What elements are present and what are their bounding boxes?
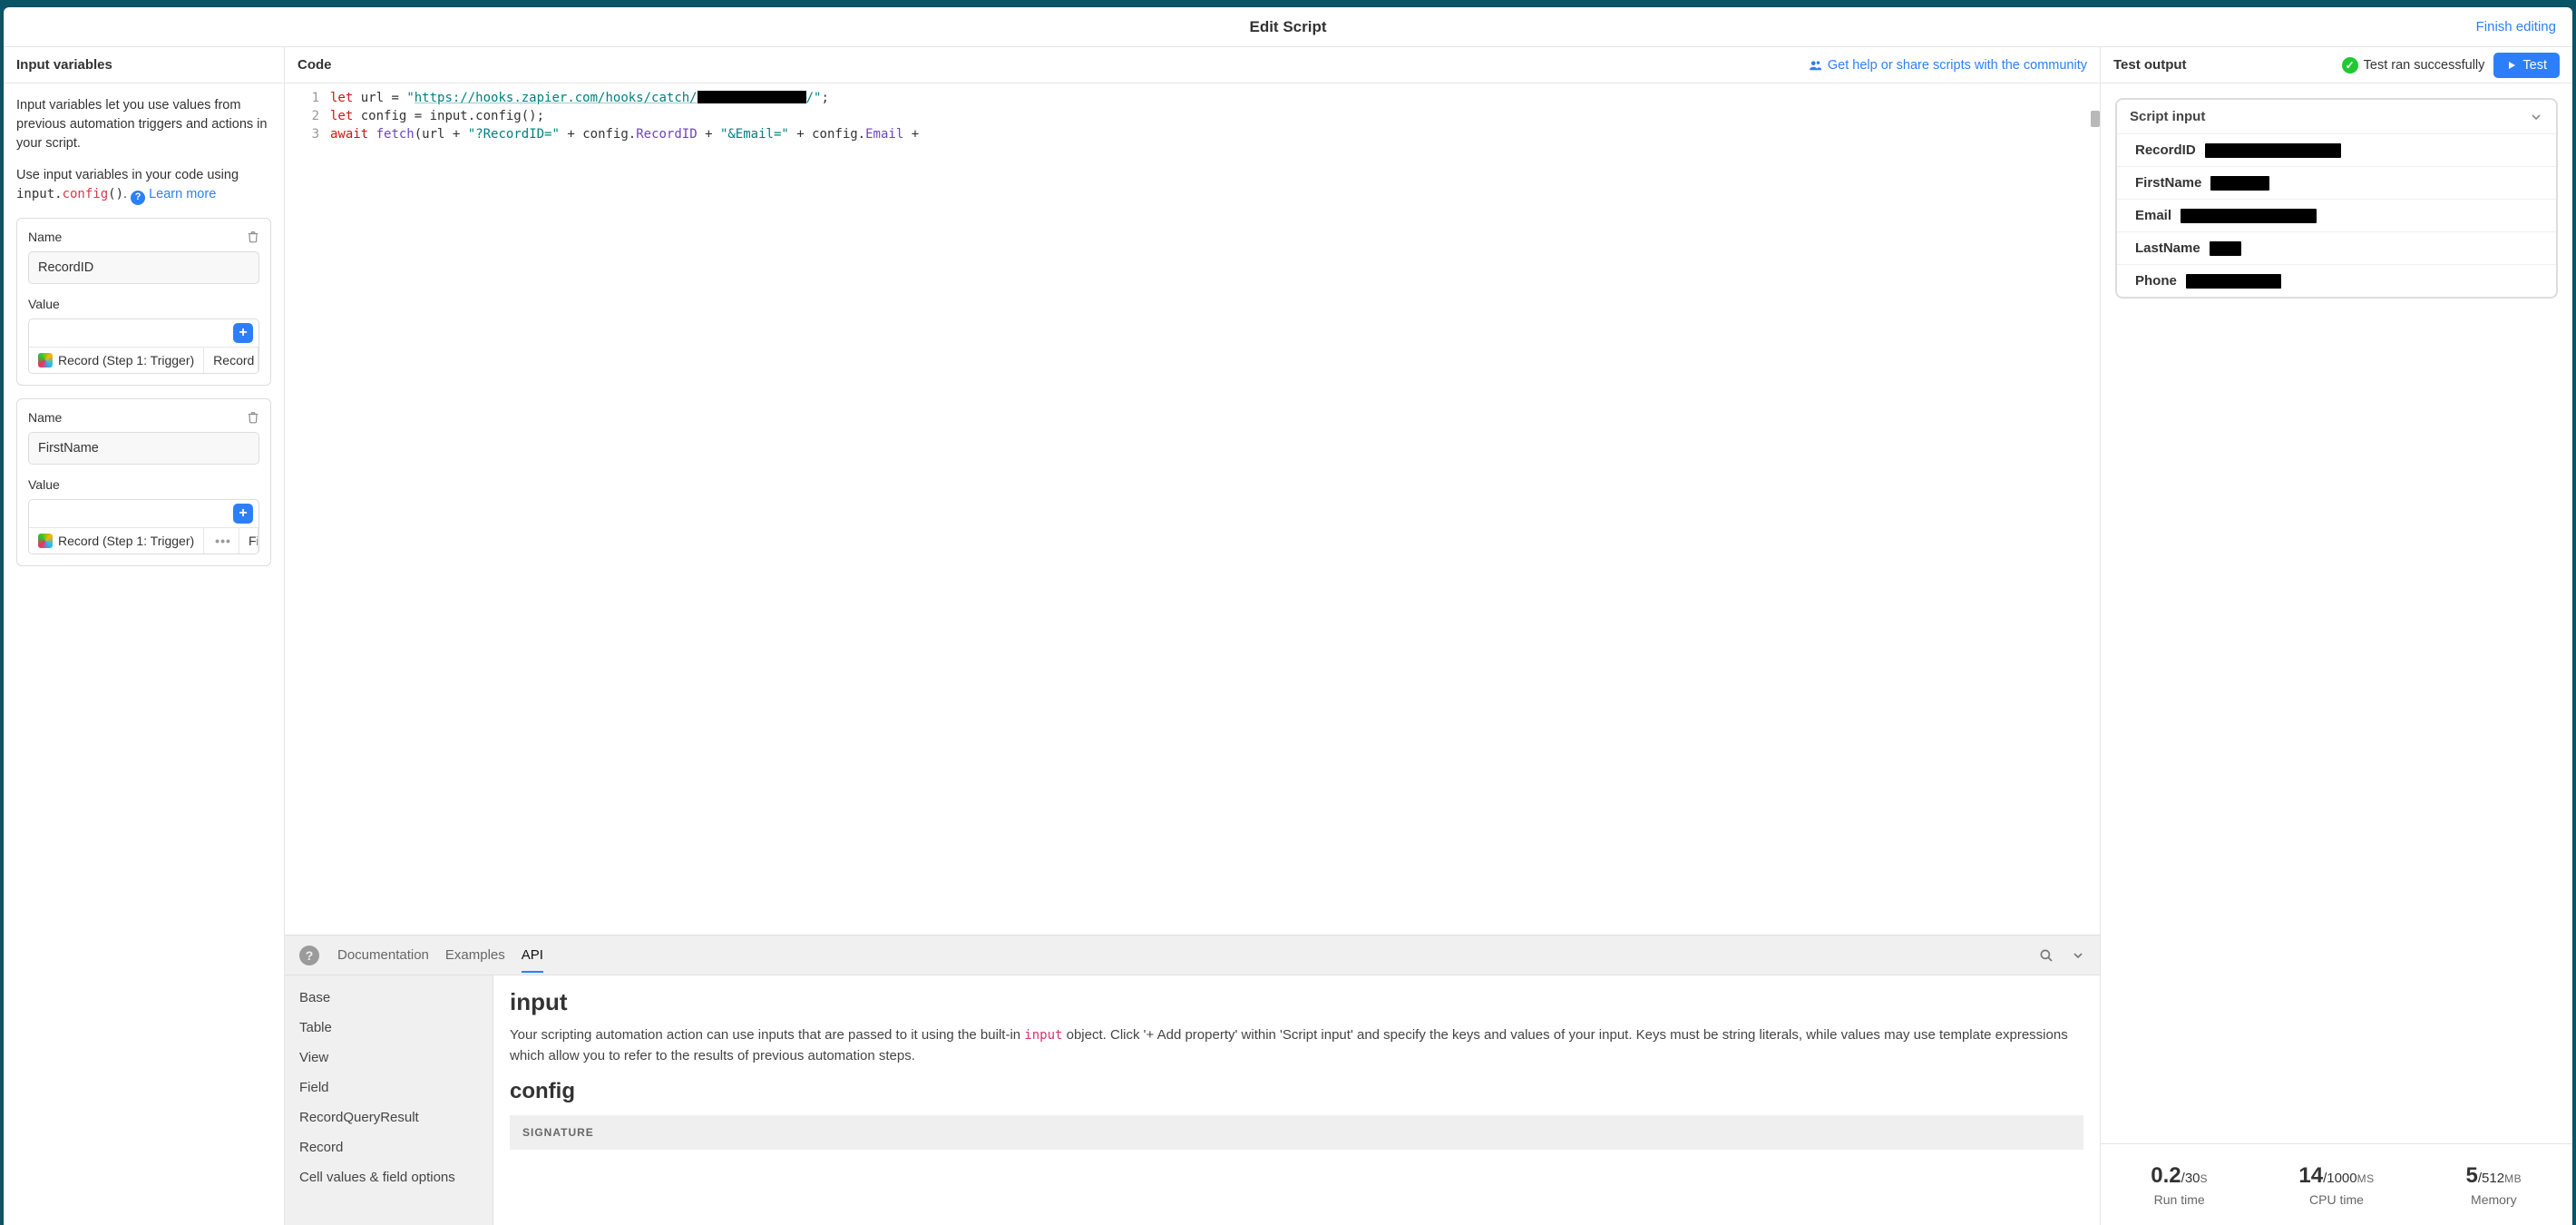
edit-script-modal: Edit Script Finish editing Input variabl… [4,7,2572,1225]
code-header: Code Get help or share scripts with the … [285,47,2100,83]
token-field[interactable]: Record [204,348,259,373]
input-variables-panel: Input variables Input variables let you … [4,47,285,1225]
test-metrics: 0.2/30S Run time 14/1000MS CPU time 5/51… [2101,1143,2572,1225]
redacted-url-part [698,91,806,103]
finish-editing-link[interactable]: Finish editing [2476,19,2556,34]
variable-card: Name Value + Record (Step 1: Trigger)•••Fir [16,398,271,566]
code-panel: Code Get help or share scripts with the … [285,47,2101,1225]
docs-h1: input [510,988,2083,1016]
redacted-value [2210,176,2269,191]
value-box[interactable]: + Record (Step 1: Trigger)•••Fir [28,499,259,554]
community-icon [1808,59,1822,72]
value-label: Value [28,297,259,311]
trash-icon[interactable] [247,410,259,425]
token-row: Record (Step 1: Trigger)•••Fir [29,527,259,554]
code-content[interactable]: let url = "https://hooks.zapier.com/hook… [330,83,2100,935]
value-label: Value [28,477,259,492]
token-field[interactable]: Fir [239,528,259,554]
name-label: Name [28,230,62,244]
help-text-2: Use input variables in your code using i… [16,166,271,205]
redacted-value [2205,143,2341,158]
redacted-value [2210,241,2241,256]
check-icon: ✓ [2342,57,2358,74]
script-input-row: Email [2117,199,2556,231]
docs-tab-api[interactable]: API [522,938,543,972]
metric-cputime: 14/1000MS CPU time [2258,1144,2415,1225]
trash-icon[interactable] [247,230,259,244]
add-token-button[interactable]: + [233,504,253,524]
search-icon[interactable] [2038,947,2054,964]
script-input-row: Phone [2117,264,2556,297]
redacted-value [2186,274,2281,289]
script-input-row: FirstName [2117,166,2556,199]
help-text-1: Input variables let you use values from … [16,96,271,153]
learn-more-link[interactable]: Learn more [149,187,216,201]
variable-card: Name Value + Record (Step 1: Trigger)Record [16,218,271,386]
input-key: LastName [2135,240,2200,256]
docs-panel: ? Documentation Examples API BaseTableView… [285,935,2100,1225]
test-output-panel: Test output ✓ Test ran successfully Test… [2101,47,2572,1225]
code-overflow-indicator[interactable] [2091,111,2100,127]
input-variables-title: Input variables [16,57,112,73]
chevron-down-icon[interactable] [2071,948,2085,963]
script-input-row: RecordID [2117,134,2556,166]
input-variables-header: Input variables [4,47,284,83]
token-row: Record (Step 1: Trigger)Record [29,347,259,373]
modal-title: Edit Script [1249,18,1326,36]
docs-tabs: ? Documentation Examples API [285,936,2100,975]
metric-memory: 5/512MB Memory [2415,1144,2572,1225]
airtable-icon [38,353,53,368]
input-key: Phone [2135,273,2177,289]
variable-name-input[interactable] [28,432,259,465]
input-key: FirstName [2135,175,2201,191]
code-editor[interactable]: 123 let url = "https://hooks.zapier.com/… [285,83,2100,935]
test-output-header: Test output ✓ Test ran successfully Test [2101,47,2572,83]
docs-content: input Your scripting automation action c… [493,975,2100,1225]
chevron-down-icon [2529,110,2543,124]
add-token-button[interactable]: + [233,323,253,343]
modal-header: Edit Script Finish editing [4,7,2572,47]
script-input-card: Script input RecordID FirstName Email LastN… [2115,98,2558,299]
token-source[interactable]: Record (Step 1: Trigger) [29,348,204,373]
signature-box: SIGNATURE [510,1115,2083,1150]
docs-side-item[interactable]: Record [285,1132,493,1162]
docs-side-item[interactable]: RecordQueryResult [285,1102,493,1132]
input-key: RecordID [2135,142,2196,158]
airtable-icon [38,534,53,548]
help-icon[interactable]: ? [299,946,319,965]
docs-side-item[interactable]: Field [285,1073,493,1102]
script-input-toggle[interactable]: Script input [2117,100,2556,134]
value-box[interactable]: + Record (Step 1: Trigger)Record [28,318,259,374]
docs-side-item[interactable]: Cell values & field options [285,1162,493,1192]
community-link[interactable]: Get help or share scripts with the commu… [1808,58,2087,73]
code-title: Code [298,57,332,73]
line-gutter: 123 [285,83,330,935]
test-status: ✓ Test ran successfully [2342,57,2485,74]
metric-runtime: 0.2/30S Run time [2101,1144,2258,1225]
redacted-value [2181,209,2317,223]
input-key: Email [2135,208,2171,223]
test-output-title: Test output [2113,57,2187,73]
name-label: Name [28,410,62,425]
docs-side-item[interactable]: Table [285,1013,493,1043]
help-icon[interactable]: ? [131,191,145,205]
docs-h2: config [510,1079,2083,1104]
docs-tab-documentation[interactable]: Documentation [337,938,429,972]
docs-sidebar: BaseTableViewFieldRecordQueryResultRecor… [285,975,493,1225]
docs-tab-examples[interactable]: Examples [445,938,505,972]
test-button[interactable]: Test [2493,53,2560,78]
token-source[interactable]: Record (Step 1: Trigger) [29,528,204,554]
script-input-row: LastName [2117,231,2556,264]
play-icon [2506,60,2517,71]
token-ellipsis[interactable]: ••• [204,528,239,554]
docs-side-item[interactable]: Base [285,983,493,1013]
docs-side-item[interactable]: View [285,1043,493,1073]
variable-name-input[interactable] [28,251,259,284]
docs-paragraph: Your scripting automation action can use… [510,1025,2083,1066]
